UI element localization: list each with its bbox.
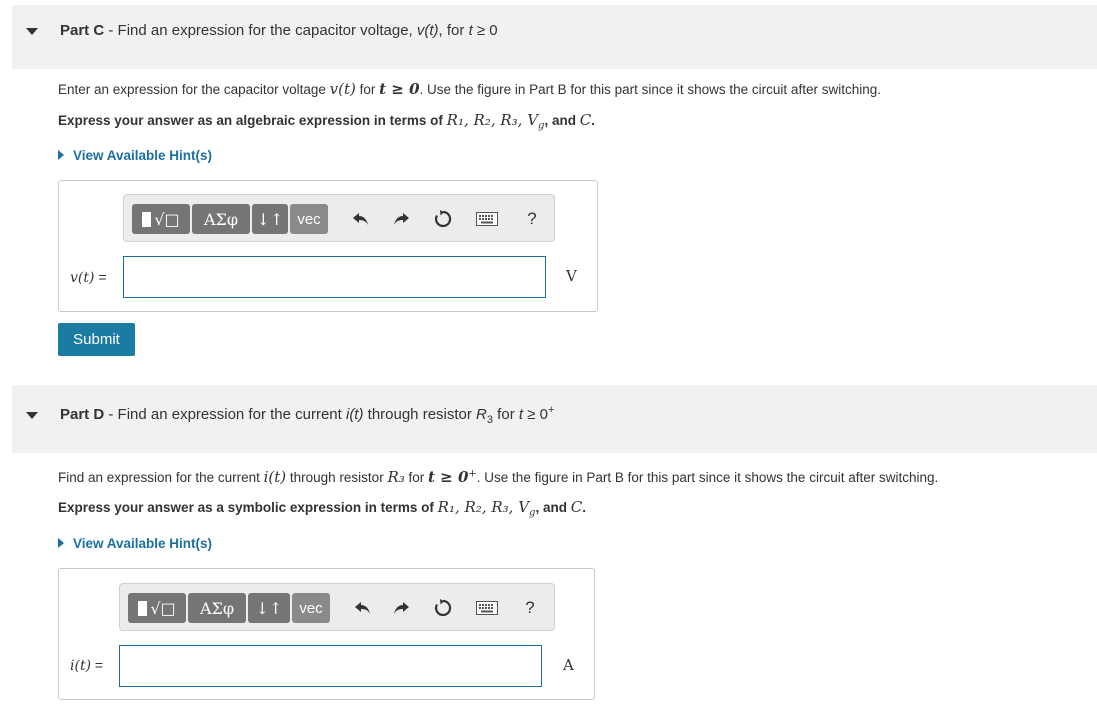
vector-button[interactable]: vec: [292, 593, 330, 623]
reset-icon[interactable]: [430, 594, 456, 622]
part-d-title: Part D - Find an expression for the curr…: [60, 404, 555, 426]
part-d-answer-box: √□ ΑΣφ ↓↑ vec ? i(t) = A: [58, 568, 595, 700]
part-d-answer-label: i(t) =: [70, 657, 104, 674]
part-d-unit: A: [563, 656, 574, 674]
part-d-instructions: Find an expression for the current i(t) …: [58, 468, 939, 486]
part-c-collapse-caret-icon[interactable]: [26, 28, 38, 35]
templates-button[interactable]: √□: [128, 593, 186, 623]
part-c-instructions: Enter an expression for the capacitor vo…: [58, 80, 881, 98]
undo-icon[interactable]: [350, 594, 376, 622]
expand-triangle-icon: [58, 150, 64, 160]
templates-icon: [138, 600, 148, 616]
templates-button[interactable]: √□: [132, 204, 190, 234]
part-c-express-instruction: Express your answer as an algebraic expr…: [58, 111, 595, 132]
part-c-view-hints-link[interactable]: View Available Hint(s): [58, 148, 212, 163]
part-d-math-toolbar: √□ ΑΣφ ↓↑ vec ?: [119, 583, 555, 631]
part-c-unit: V: [566, 267, 577, 285]
keyboard-icon[interactable]: [474, 205, 500, 233]
greek-symbols-button[interactable]: ΑΣφ: [188, 593, 246, 623]
sub-sup-button[interactable]: ↓↑: [248, 593, 290, 623]
reset-icon[interactable]: [430, 205, 456, 233]
sub-sup-button[interactable]: ↓↑: [252, 204, 288, 234]
part-c-math-toolbar: √□ ΑΣφ ↓↑ vec ?: [123, 194, 555, 242]
help-icon[interactable]: ?: [522, 205, 542, 233]
part-c-answer-input[interactable]: [123, 256, 546, 298]
greek-symbols-button[interactable]: ΑΣφ: [192, 204, 250, 234]
redo-icon[interactable]: [388, 594, 414, 622]
expand-triangle-icon: [58, 538, 64, 548]
help-icon[interactable]: ?: [520, 594, 540, 622]
part-d-view-hints-link[interactable]: View Available Hint(s): [58, 536, 212, 551]
part-c-answer-box: √□ ΑΣφ ↓↑ vec ? v(t) = V: [58, 180, 598, 312]
vector-button[interactable]: vec: [290, 204, 328, 234]
part-d-collapse-caret-icon[interactable]: [26, 412, 38, 419]
templates-icon: [142, 211, 152, 227]
part-c-answer-label: v(t) =: [70, 269, 107, 286]
part-c-title: Part C - Find an expression for the capa…: [60, 22, 498, 39]
part-d-express-instruction: Express your answer as a symbolic expres…: [58, 498, 586, 519]
undo-icon[interactable]: [348, 205, 374, 233]
redo-icon[interactable]: [388, 205, 414, 233]
part-d-answer-input[interactable]: [119, 645, 542, 687]
part-c-submit-button[interactable]: Submit: [58, 323, 135, 356]
keyboard-icon[interactable]: [474, 594, 500, 622]
